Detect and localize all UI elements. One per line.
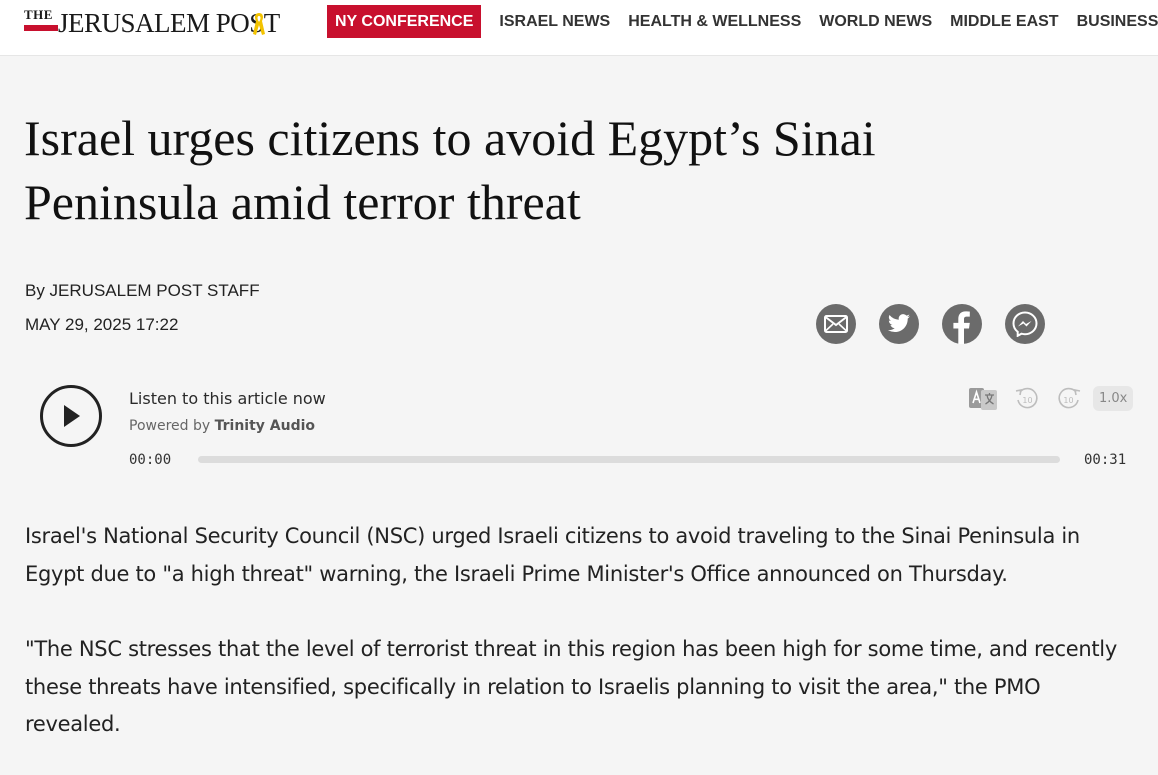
nav-israel-news[interactable]: ISRAEL NEWS: [499, 5, 610, 38]
rewind-10-icon: 10: [1015, 387, 1038, 409]
article-paragraph: Israel's National Security Council (NSC)…: [25, 524, 1080, 586]
logo-red-bar: [24, 25, 58, 31]
article-headline: Israel urges citizens to avoid Egypt’s S…: [24, 110, 876, 230]
player-title: Listen to this article now: [129, 389, 326, 408]
article-paragraph: "The NSC stresses that the level of terr…: [25, 637, 1117, 736]
messenger-icon: [1012, 311, 1038, 337]
play-button[interactable]: [40, 385, 102, 447]
twitter-icon: [888, 314, 910, 333]
share-facebook-button[interactable]: [942, 304, 982, 344]
article-date: MAY 29, 2025 17:22: [25, 315, 179, 334]
powered-brand: Trinity Audio: [214, 418, 316, 434]
translate-icon: [969, 388, 997, 410]
playback-speed-button[interactable]: 1.0x: [1093, 386, 1134, 411]
powered-prefix: Powered by: [129, 418, 211, 434]
time-current: 00:00: [129, 452, 172, 468]
svg-text:10: 10: [1063, 396, 1073, 405]
progress-track[interactable]: [198, 456, 1060, 463]
main-nav: NY CONFERENCE ISRAEL NEWS HEALTH & WELLN…: [327, 5, 1158, 38]
nav-health-wellness[interactable]: HEALTH & WELLNESS: [628, 5, 801, 38]
yellow-ribbon-icon: [253, 13, 265, 35]
facebook-icon: [953, 311, 970, 344]
nav-middle-east[interactable]: MIDDLE EAST: [950, 5, 1058, 38]
logo-the: THE: [24, 7, 53, 22]
site-logo[interactable]: THE JERUSALEM POST: [24, 7, 280, 44]
nav-world-news[interactable]: WORLD NEWS: [819, 5, 932, 38]
logo-name: JERUSALEM POST: [58, 8, 280, 38]
share-messenger-button[interactable]: [1005, 304, 1045, 344]
share-email-button[interactable]: [816, 304, 856, 344]
audio-player: Listen to this article now Powered by Tr…: [24, 376, 1134, 476]
share-bar: [816, 304, 1068, 344]
article-byline[interactable]: By JERUSALEM POST STAFF: [25, 281, 260, 301]
nav-ny-conference[interactable]: NY CONFERENCE: [327, 5, 482, 38]
time-total: 00:31: [1084, 452, 1127, 468]
play-icon: [64, 405, 80, 427]
share-twitter-button[interactable]: [879, 304, 919, 344]
forward-10-icon: 10: [1058, 387, 1081, 409]
mail-icon: [824, 315, 848, 333]
svg-text:10: 10: [1022, 396, 1032, 405]
forward-10-button[interactable]: 10: [1056, 386, 1082, 412]
site-header: THE JERUSALEM POST NY CONFERENCE ISRAEL …: [0, 0, 1158, 56]
translate-button[interactable]: [969, 388, 997, 410]
rewind-10-button[interactable]: 10: [1014, 386, 1040, 412]
nav-business[interactable]: BUSINESS &: [1077, 5, 1158, 38]
player-powered-by[interactable]: Powered by Trinity Audio: [129, 418, 315, 434]
